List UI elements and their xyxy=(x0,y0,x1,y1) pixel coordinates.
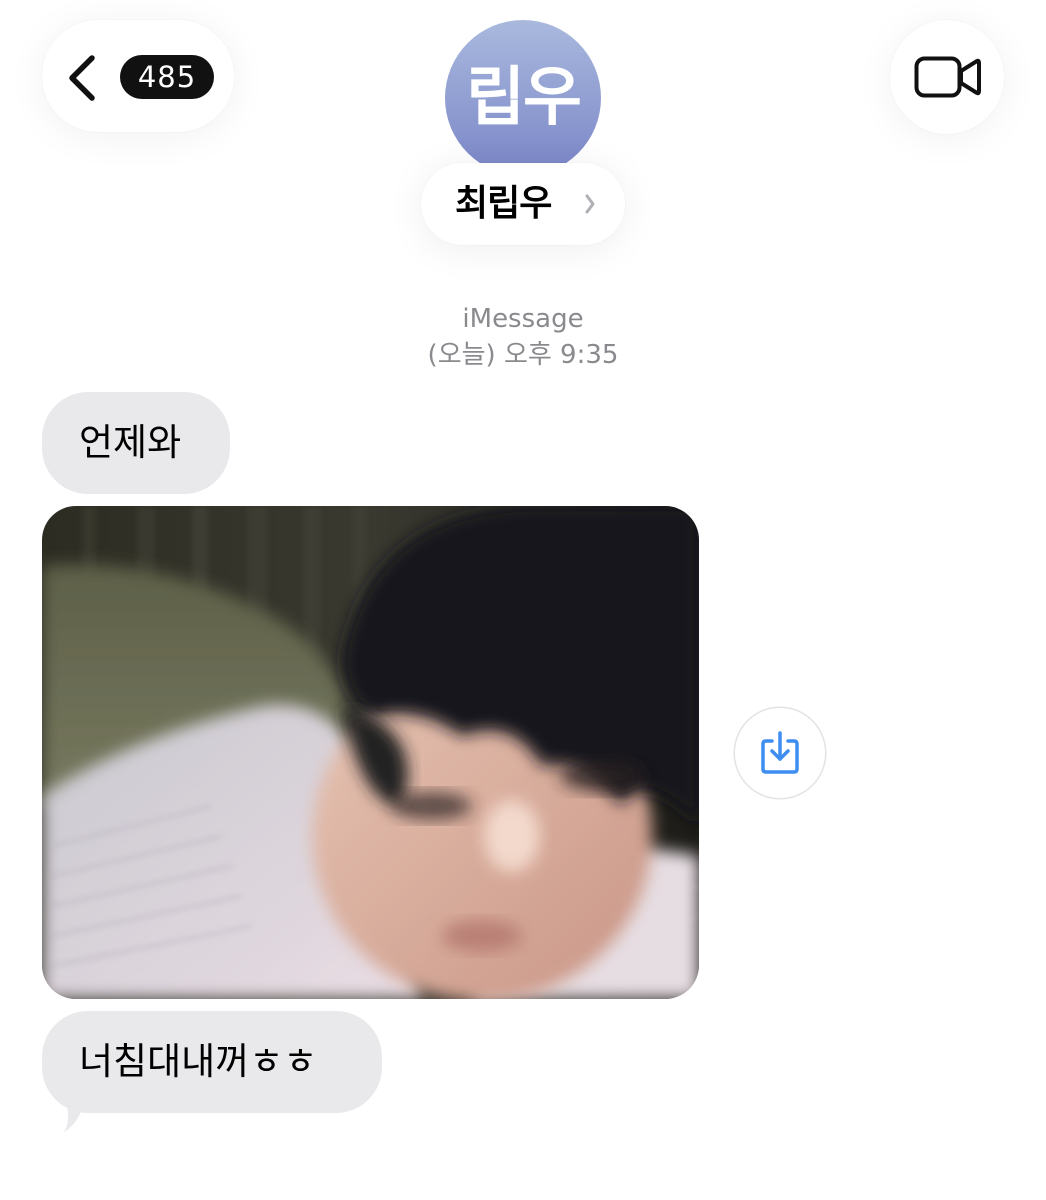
chevron-right-icon xyxy=(585,194,595,214)
photo-attachment[interactable] xyxy=(42,506,699,999)
contact-avatar[interactable]: 립우 xyxy=(445,20,601,176)
save-photo-button[interactable] xyxy=(735,708,825,798)
chevron-left-icon xyxy=(69,55,95,101)
message-text: 언제와 xyxy=(79,421,182,464)
message-bubble-incoming[interactable]: 언제와 xyxy=(42,392,230,494)
facetime-video-button[interactable] xyxy=(890,20,1004,134)
photo-image xyxy=(42,506,699,999)
contact-name-button[interactable]: 최립우 xyxy=(421,163,625,245)
bubble-tail xyxy=(60,1088,98,1132)
video-camera-icon xyxy=(914,56,981,98)
message-text: 너침대내꺼ㅎㅎ xyxy=(79,1040,318,1083)
unread-count-badge: 485 xyxy=(120,55,214,99)
back-button[interactable]: 485 xyxy=(42,20,234,132)
service-label: iMessage xyxy=(462,304,584,334)
contact-name: 최립우 xyxy=(455,183,552,224)
save-to-photos-icon xyxy=(761,731,799,774)
message-timestamp: (오늘) 오후 9:35 xyxy=(427,340,619,370)
